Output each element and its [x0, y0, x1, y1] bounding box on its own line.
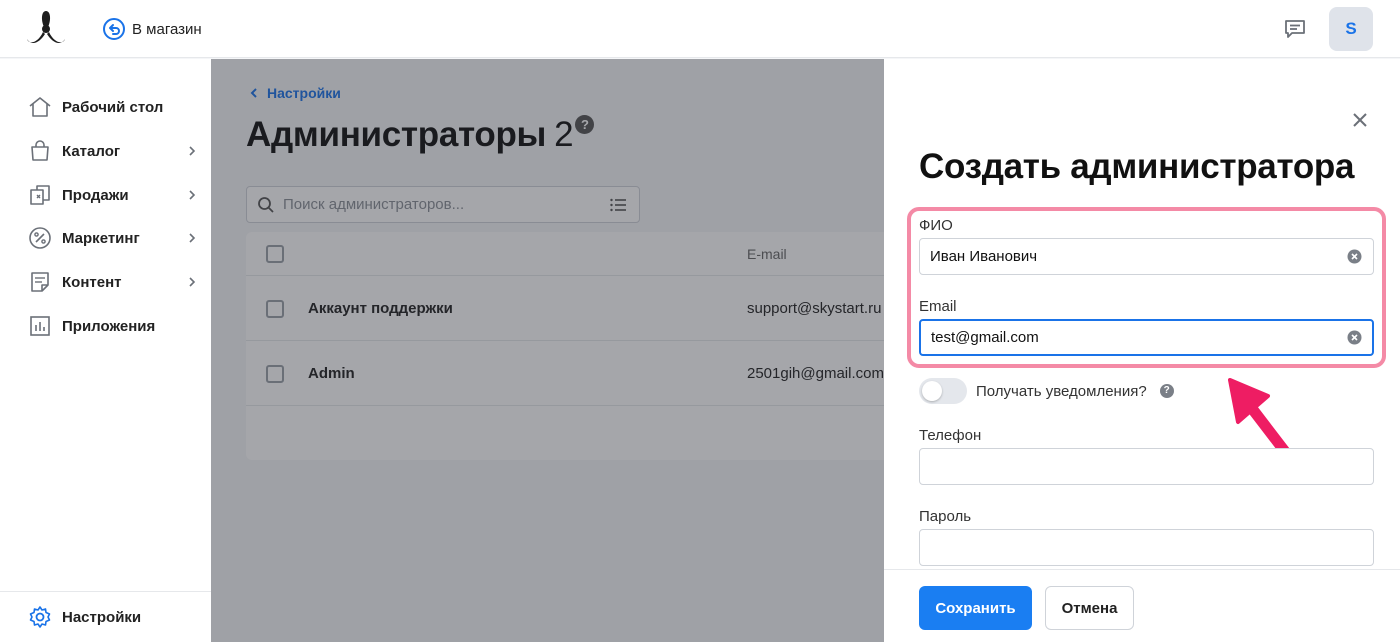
save-button[interactable]: Сохранить [919, 586, 1032, 630]
clear-icon[interactable] [1347, 249, 1362, 264]
sidebar-item-sales[interactable]: Продажи [28, 181, 203, 209]
notify-row: Получать уведомления?? [919, 378, 1174, 404]
notify-toggle[interactable] [919, 378, 967, 404]
password-label: Пароль [919, 508, 972, 525]
to-store-label: В магазин [132, 20, 202, 38]
chart-icon [30, 316, 50, 336]
sales-icon [30, 185, 50, 205]
modal-backdrop[interactable] [211, 59, 884, 642]
chevron-right-icon [189, 277, 196, 287]
chat-button[interactable] [1280, 14, 1310, 44]
sidebar-item-label: Маркетинг [62, 229, 140, 247]
phone-field [919, 448, 1374, 485]
phone-label: Телефон [919, 427, 982, 444]
help-icon[interactable]: ? [1159, 384, 1174, 398]
document-icon [31, 272, 49, 292]
fio-input[interactable] [930, 248, 1330, 265]
percent-icon [29, 227, 51, 249]
chevron-right-icon [189, 146, 196, 156]
avatar[interactable]: S [1329, 7, 1373, 51]
sidebar-item-marketing[interactable]: Маркетинг [28, 224, 203, 252]
logo-icon[interactable] [24, 9, 68, 47]
sidebar-item-settings[interactable]: Настройки [28, 603, 203, 631]
password-input[interactable] [930, 539, 1330, 556]
sidebar-item-label: Настройки [62, 608, 142, 626]
notify-label: Получать уведомления? [976, 382, 1147, 400]
sidebar-item-label: Контент [62, 273, 122, 291]
clear-icon[interactable] [1347, 330, 1362, 345]
gear-icon [29, 606, 51, 628]
sidebar-item-label: Приложения [62, 317, 156, 335]
sidebar-item-label: Продажи [62, 186, 129, 204]
password-field [919, 529, 1374, 566]
cancel-button[interactable]: Отмена [1045, 586, 1134, 630]
close-icon[interactable] [1351, 111, 1369, 129]
sidebar: Рабочий стол Каталог Продажи Маркетинг К… [0, 59, 211, 642]
phone-input[interactable] [930, 458, 1330, 475]
toggle-knob [922, 381, 942, 401]
email-input[interactable] [931, 329, 1331, 346]
to-store-link[interactable]: В магазин [102, 16, 202, 42]
sidebar-item-dashboard[interactable]: Рабочий стол [28, 93, 203, 121]
shopping-bag-icon [31, 140, 49, 161]
sidebar-item-content[interactable]: Контент [28, 268, 203, 296]
sidebar-item-label: Каталог [62, 142, 121, 160]
drawer-footer: Сохранить Отмена [884, 569, 1400, 642]
fio-field [919, 238, 1374, 275]
chat-icon [1285, 20, 1305, 38]
chevron-right-icon [189, 190, 196, 200]
drawer-title: Создать администратора [919, 147, 1355, 186]
top-bar: В магазин S [0, 0, 1400, 58]
sidebar-item-label: Рабочий стол [62, 98, 164, 116]
email-label: Email [919, 298, 957, 315]
email-field [919, 319, 1374, 356]
back-circle-icon [103, 18, 125, 40]
create-admin-drawer: Создать администратора ФИО Email Получат… [884, 59, 1400, 642]
fio-label: ФИО [919, 217, 953, 234]
sidebar-footer: Настройки [0, 591, 211, 642]
chevron-right-icon [189, 233, 196, 243]
home-icon [29, 97, 51, 117]
sidebar-item-catalog[interactable]: Каталог [28, 137, 203, 165]
sidebar-item-apps[interactable]: Приложения [28, 312, 203, 340]
